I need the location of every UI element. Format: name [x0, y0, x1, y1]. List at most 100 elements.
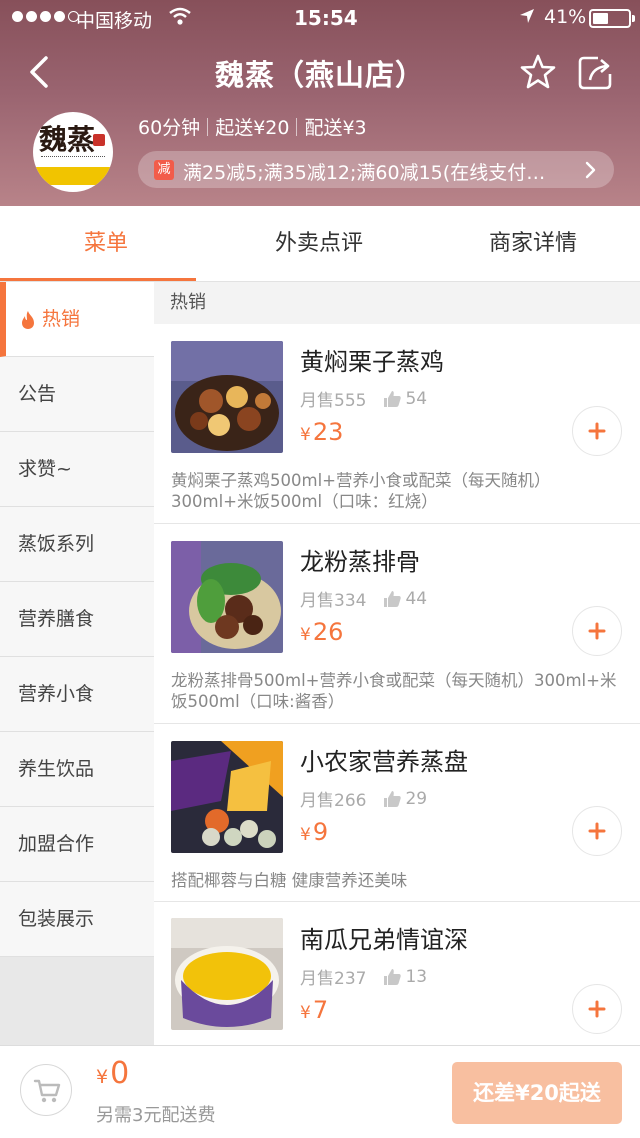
- battery-icon: [589, 9, 635, 28]
- dish-price: ¥23: [300, 418, 343, 446]
- dish-name: 黄焖栗子蒸鸡: [300, 348, 444, 376]
- share-icon: [578, 56, 612, 90]
- favorite-button[interactable]: [518, 52, 558, 92]
- logo-divider: [41, 156, 105, 159]
- min-order: 起送¥20: [215, 117, 290, 139]
- location-arrow-icon: [518, 7, 536, 30]
- clock: 15:54: [294, 6, 358, 30]
- chevron-left-icon: [30, 56, 48, 88]
- add-to-cart-button[interactable]: [572, 406, 622, 456]
- cart-button[interactable]: [20, 1064, 72, 1116]
- category-franchise[interactable]: 加盟合作: [0, 807, 154, 882]
- delivery-fee: 配送¥3: [304, 117, 367, 139]
- category-nutrition-meals[interactable]: 营养膳食: [0, 582, 154, 657]
- monthly-sales: 月售555: [300, 391, 367, 411]
- dish-price: ¥26: [300, 618, 343, 646]
- price-value: 9: [312, 818, 329, 846]
- dish-item[interactable]: 小农家营养蒸盘 月售266 29 ¥9 搭配椰蓉与白糖 健康营养还美味: [154, 724, 640, 902]
- logo-text: 魏蒸: [39, 123, 96, 156]
- add-to-cart-button[interactable]: [572, 606, 622, 656]
- category-steamed-rice[interactable]: 蒸饭系列: [0, 507, 154, 582]
- tab-menu[interactable]: 菜单: [0, 206, 212, 282]
- category-announcement[interactable]: 公告: [0, 357, 154, 432]
- category-likes[interactable]: 求赞~: [0, 432, 154, 507]
- store-title: 魏蒸（燕山店）: [214, 58, 425, 92]
- add-to-cart-button[interactable]: [572, 984, 622, 1034]
- store-meta: 60分钟 起送¥20 配送¥3: [138, 113, 367, 140]
- like-count: 13: [405, 966, 428, 987]
- category-hot[interactable]: 热销: [0, 282, 154, 357]
- tab-store-details[interactable]: 商家详情: [426, 206, 640, 282]
- thumbs-up-icon: [384, 390, 402, 407]
- currency-symbol: ¥: [300, 825, 311, 845]
- add-to-cart-button[interactable]: [572, 806, 622, 856]
- back-button[interactable]: [20, 52, 60, 92]
- dish-description: 黄焖栗子蒸鸡500ml+营养小食或配菜（每天随机）300ml+米饭500ml（口…: [171, 471, 551, 511]
- promo-text: 满25减5;满35减12;满60减15(在线支付…: [183, 162, 546, 184]
- promo-banner[interactable]: 减 满25减5;满35减12;满60减15(在线支付…: [138, 151, 614, 188]
- like-count: 29: [405, 788, 428, 809]
- cart-total: ¥0: [96, 1056, 129, 1091]
- dish-item[interactable]: 黄焖栗子蒸鸡 月售555 54 ¥23 黄焖栗子蒸鸡500ml+营养小食或配菜（…: [154, 324, 640, 524]
- currency-symbol: ¥: [300, 625, 311, 645]
- dish-image: [171, 541, 283, 653]
- dish-image: [171, 741, 283, 853]
- carrier-label: 中国移动: [76, 10, 153, 32]
- tab-bar: 菜单 外卖点评 商家详情: [0, 206, 640, 282]
- dish-price: ¥7: [300, 996, 328, 1024]
- logo-seal: [93, 134, 105, 146]
- logo-band: [33, 167, 113, 185]
- category-label: 热销: [42, 308, 81, 330]
- share-button[interactable]: [576, 52, 616, 92]
- plus-icon: [588, 1000, 606, 1018]
- meta-divider: [207, 117, 209, 136]
- plus-icon: [588, 422, 606, 440]
- dish-image: [171, 918, 283, 1030]
- tab-reviews[interactable]: 外卖点评: [212, 206, 426, 282]
- price-value: 23: [312, 418, 344, 446]
- dish-name: 小农家营养蒸盘: [300, 748, 468, 776]
- signal-icon: [12, 11, 79, 22]
- chevron-right-icon: [585, 161, 596, 179]
- currency-symbol: ¥: [300, 425, 311, 445]
- dish-item[interactable]: 南瓜兄弟情谊深 月售237 13 ¥7: [154, 902, 640, 1045]
- like-count: 44: [405, 588, 428, 609]
- monthly-sales: 月售334: [300, 591, 367, 611]
- section-title: 热销: [154, 282, 640, 324]
- price-value: 26: [312, 618, 344, 646]
- currency-symbol: ¥: [96, 1066, 109, 1088]
- category-snacks[interactable]: 营养小食: [0, 657, 154, 732]
- category-packaging[interactable]: 包装展示: [0, 882, 154, 957]
- dish-list: 热销 黄焖栗子蒸鸡 月售555 54 ¥23 黄焖栗子蒸鸡500ml+营养小食或…: [154, 282, 640, 1045]
- thumbs-up-icon: [384, 968, 402, 985]
- cart-total-value: 0: [110, 1056, 130, 1091]
- battery-percent: 41%: [544, 6, 587, 28]
- dish-description: 龙粉蒸排骨500ml+营养小食或配菜（每天随机）300ml+米饭500ml（口味…: [171, 671, 617, 711]
- plus-icon: [588, 822, 606, 840]
- thumbs-up-icon: [384, 790, 402, 807]
- active-tab-indicator: [0, 278, 196, 281]
- price-value: 7: [312, 996, 329, 1024]
- wifi-icon: [168, 6, 192, 31]
- status-bar: 中国移动 15:54 41%: [0, 0, 640, 36]
- monthly-sales: 月售237: [300, 969, 367, 989]
- store-logo: 魏蒸: [33, 112, 113, 192]
- delivery-fee-note: 另需3元配送费: [96, 1105, 216, 1126]
- dish-item[interactable]: 龙粉蒸排骨 月售334 44 ¥26 龙粉蒸排骨500ml+营养小食或配菜（每天…: [154, 524, 640, 724]
- store-header: 中国移动 15:54 41% 魏蒸（燕山店） 魏蒸 60分钟 起送¥20 配送¥…: [0, 0, 640, 206]
- checkout-button[interactable]: 还差¥20起送: [452, 1062, 622, 1124]
- category-drinks[interactable]: 养生饮品: [0, 732, 154, 807]
- dish-stats: 月售266 29: [300, 786, 428, 812]
- star-icon: [520, 54, 556, 89]
- promo-discount-badge: 减: [154, 160, 174, 180]
- delivery-time: 60分钟: [138, 117, 201, 139]
- thumbs-up-icon: [384, 590, 402, 607]
- plus-icon: [588, 622, 606, 640]
- cart-bar: ¥0 另需3元配送费 还差¥20起送: [0, 1045, 640, 1138]
- dish-image: [171, 341, 283, 453]
- dish-name: 南瓜兄弟情谊深: [300, 926, 468, 954]
- dish-description: 搭配椰蓉与白糖 健康营养还美味: [171, 871, 408, 890]
- category-sidebar: 热销 公告 求赞~ 蒸饭系列 营养膳食 营养小食 养生饮品 加盟合作 包装展示: [0, 282, 154, 1045]
- meta-divider: [296, 117, 298, 136]
- fire-icon: [22, 310, 34, 329]
